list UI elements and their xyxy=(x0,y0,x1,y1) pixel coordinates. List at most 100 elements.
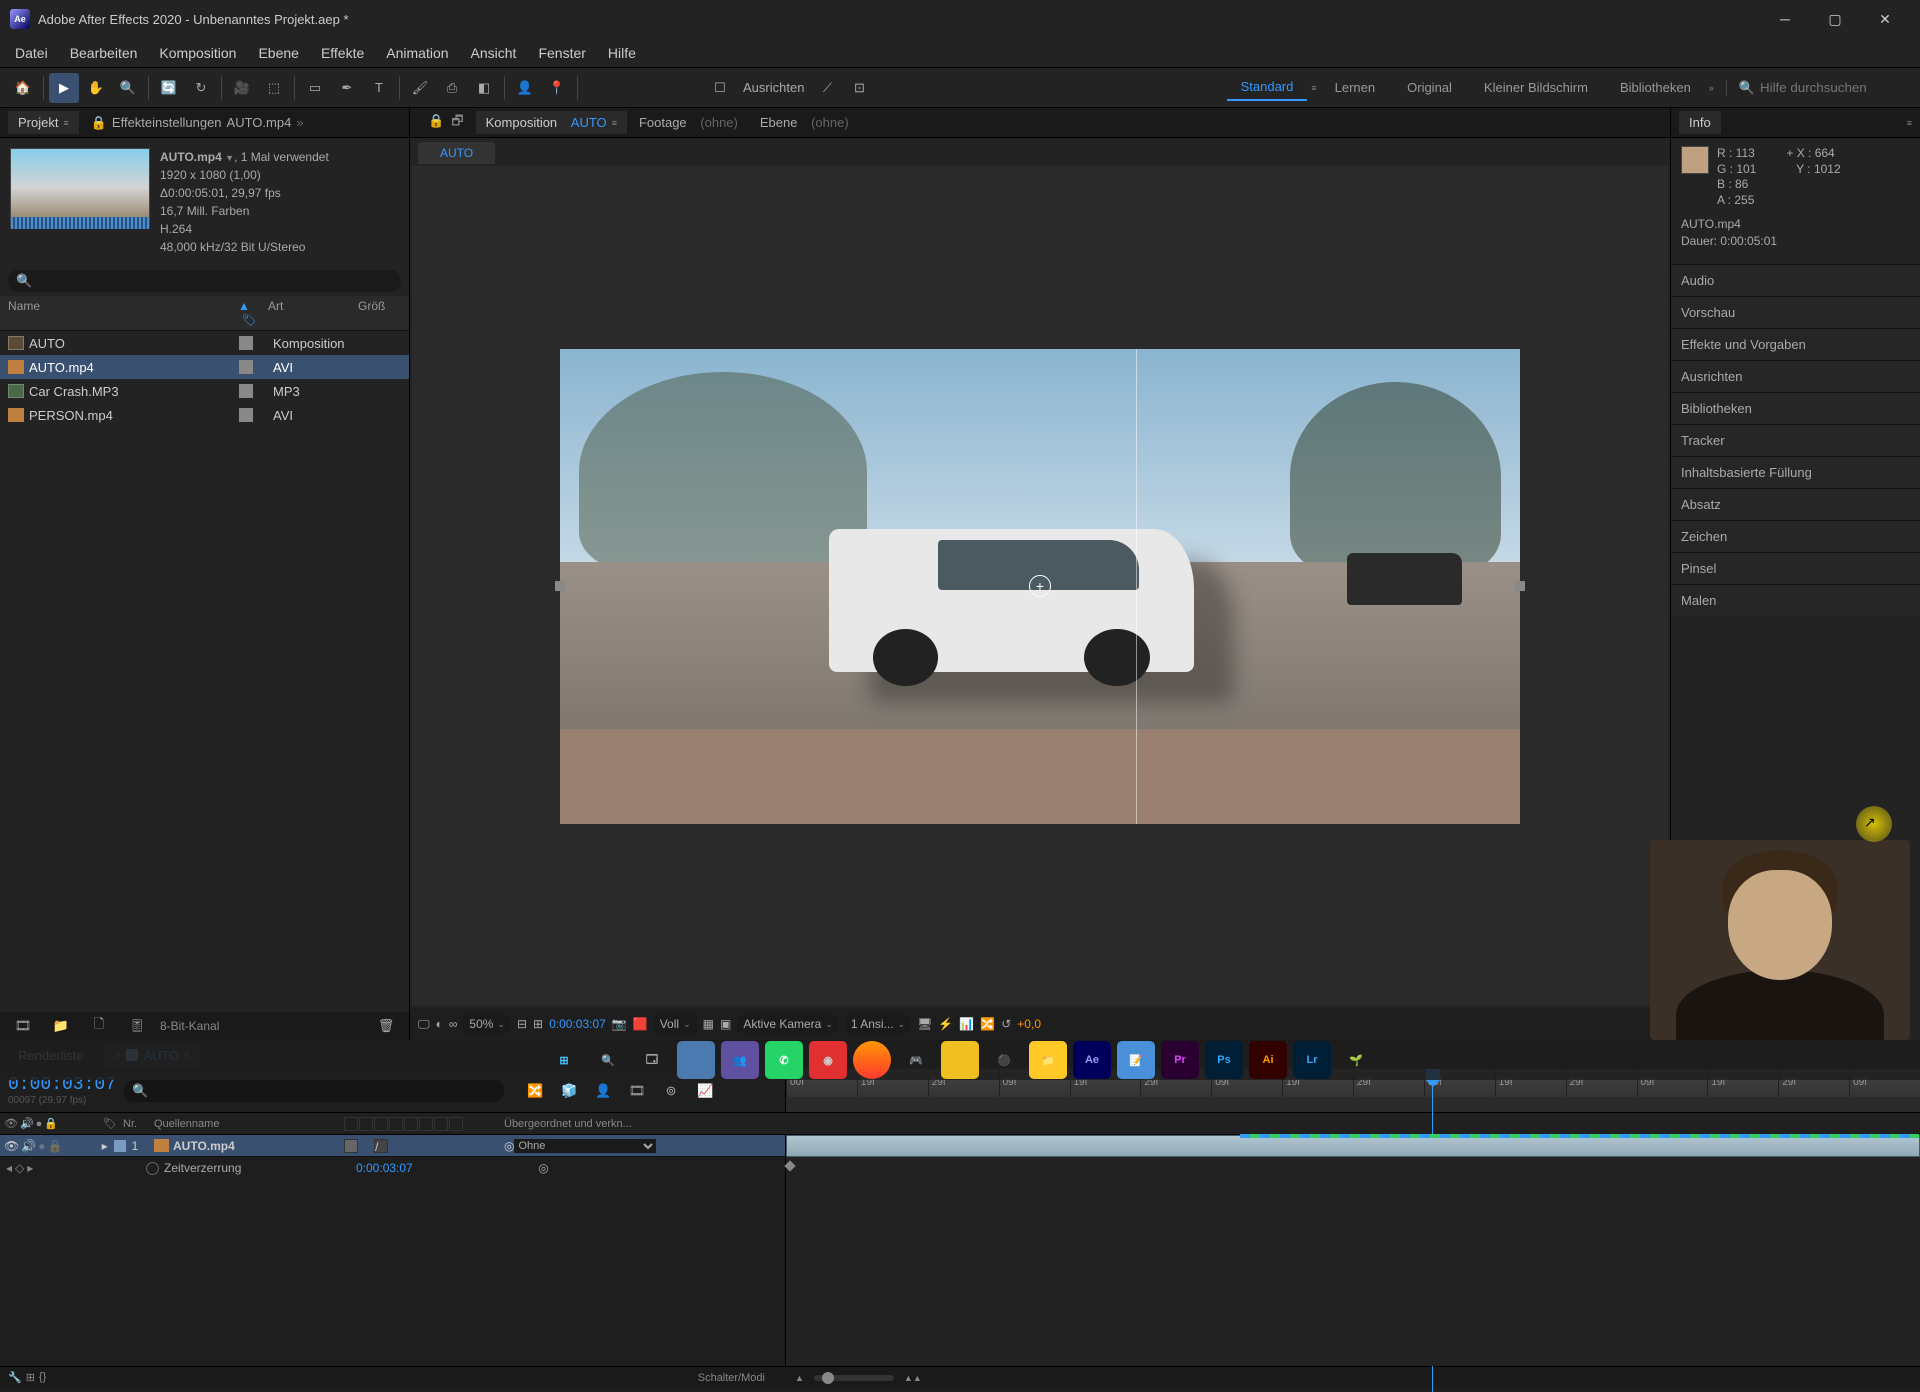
panel-header[interactable]: Zeichen xyxy=(1671,520,1920,552)
layer-handle-left[interactable] xyxy=(555,581,565,591)
menu-ebene[interactable]: Ebene xyxy=(248,41,308,65)
taskbar-photoshop-icon[interactable]: Ps xyxy=(1205,1041,1243,1079)
orbit-tool[interactable]: 🔄 xyxy=(154,73,184,103)
menu-animation[interactable]: Animation xyxy=(376,41,458,65)
taskbar-search-icon[interactable]: 🔍 xyxy=(589,1041,627,1079)
panel-header[interactable]: Bibliotheken xyxy=(1671,392,1920,424)
overflow-icon[interactable]: » xyxy=(296,115,303,130)
toggle-brackets-icon[interactable]: {} xyxy=(39,1371,46,1384)
timeline-icon[interactable]: 📊 xyxy=(959,1017,974,1031)
draft3d-icon[interactable]: 🧊 xyxy=(554,1076,584,1106)
snap-opt1[interactable]: ⟋ xyxy=(812,73,842,103)
type-tool[interactable]: T xyxy=(364,73,394,103)
menu-hilfe[interactable]: Hilfe xyxy=(598,41,646,65)
snap-checkbox[interactable]: ☐ xyxy=(705,73,735,103)
zoom-dropdown[interactable]: 50% ⌄ xyxy=(463,1015,511,1033)
footage-tab[interactable]: Footage (ohne) xyxy=(629,111,748,134)
camera-tool[interactable]: 🎥 xyxy=(227,73,257,103)
taskbar-app-1[interactable] xyxy=(677,1041,715,1079)
effect-controls-tab[interactable]: 🔒 Effekteinstellungen AUTO.mp4 » xyxy=(81,111,314,135)
viewer-timecode[interactable]: 0:00:03:07 xyxy=(549,1017,606,1031)
timeline-search-input[interactable]: 🔍 xyxy=(124,1080,504,1102)
minimize-button[interactable]: ─ xyxy=(1760,0,1810,38)
taskbar-aftereffects-icon[interactable]: Ae xyxy=(1073,1041,1111,1079)
flowchart-icon[interactable]: 🔀 xyxy=(980,1017,995,1031)
panel-header[interactable]: Effekte und Vorgaben xyxy=(1671,328,1920,360)
lock-toggle-icon[interactable]: 🔒 xyxy=(44,1117,58,1130)
menu-effekte[interactable]: Effekte xyxy=(311,41,374,65)
panel-header[interactable]: Pinsel xyxy=(1671,552,1920,584)
pixel-aspect-icon[interactable]: 🖥 xyxy=(917,1017,932,1031)
hand-tool[interactable]: ✋ xyxy=(81,73,111,103)
fast-preview-icon[interactable]: ⚡ xyxy=(938,1017,953,1031)
info-tab[interactable]: Info xyxy=(1679,111,1721,134)
res-down-icon[interactable]: ⊟ xyxy=(517,1017,527,1031)
alpha-icon[interactable]: ◐ xyxy=(436,1017,443,1031)
exposure-value[interactable]: +0,0 xyxy=(1017,1017,1041,1031)
timeline-layer-row[interactable]: 👁🔊●🔒 ▸1 AUTO.mp4 / ◎ Ohne xyxy=(0,1135,785,1157)
zoom-in-icon[interactable]: ▲▲ xyxy=(904,1373,922,1383)
layer-tab[interactable]: Ebene (ohne) xyxy=(750,111,859,134)
frame-blend-icon[interactable]: 🎞 xyxy=(622,1076,652,1106)
keyframe-icon[interactable] xyxy=(784,1160,795,1171)
panel-header[interactable]: Inhaltsbasierte Füllung xyxy=(1671,456,1920,488)
safe-zones-icon[interactable]: ▣ xyxy=(720,1017,731,1031)
shape-tool[interactable]: ▭ xyxy=(300,73,330,103)
parent-dropdown[interactable]: Ohne xyxy=(514,1139,656,1153)
project-tab[interactable]: Projekt ≡ xyxy=(8,111,79,134)
snap-opt2[interactable]: ⊡ xyxy=(844,73,874,103)
workspace-original[interactable]: Original xyxy=(1393,75,1466,100)
adjust-icon[interactable]: 🎚 xyxy=(122,1011,152,1041)
comp-mini-flowchart-icon[interactable]: 🔀 xyxy=(520,1076,550,1106)
rotate-tool[interactable]: ↻ xyxy=(186,73,216,103)
col-size[interactable]: Größ xyxy=(358,299,385,327)
resolution-dropdown[interactable]: Voll ⌄ xyxy=(654,1015,697,1033)
workspace-menu-icon[interactable]: ≡ xyxy=(1311,83,1316,93)
panel-menu-icon[interactable]: ≡ xyxy=(1907,118,1912,128)
reset-exposure-icon[interactable]: ↺ xyxy=(1001,1017,1011,1031)
menu-fenster[interactable]: Fenster xyxy=(528,41,595,65)
start-button[interactable]: ⊞ xyxy=(545,1041,583,1079)
zoom-out-icon[interactable]: ▲ xyxy=(795,1373,804,1383)
channel-icon[interactable]: 🟥 xyxy=(633,1017,648,1031)
zoom-slider[interactable] xyxy=(814,1375,894,1381)
brush-tool[interactable]: 🖌 xyxy=(405,73,435,103)
project-item[interactable]: AUTOKomposition xyxy=(0,331,409,355)
new-comp-icon[interactable]: 🗋 xyxy=(84,1011,114,1041)
delete-icon[interactable]: 🗑 xyxy=(371,1011,401,1041)
panel-header[interactable]: Audio xyxy=(1671,264,1920,296)
comp-lock-icon[interactable]: 🔒 🗗 xyxy=(418,108,474,138)
audio-toggle-icon[interactable]: 🔊 xyxy=(20,1117,34,1130)
workspace-lernen[interactable]: Lernen xyxy=(1321,75,1389,100)
video-toggle-icon[interactable]: 👁 xyxy=(4,1117,18,1130)
always-preview-icon[interactable]: 🖵 xyxy=(418,1017,430,1032)
panel-header[interactable]: Malen xyxy=(1671,584,1920,616)
toggle-switches-icon[interactable]: 🔧 xyxy=(8,1371,22,1384)
toggle-modes-icon[interactable]: ⊞ xyxy=(26,1371,35,1384)
project-item[interactable]: PERSON.mp4AVI xyxy=(0,403,409,427)
menu-bearbeiten[interactable]: Bearbeiten xyxy=(60,41,148,65)
taskbar-whatsapp-icon[interactable]: ✆ xyxy=(765,1041,803,1079)
bit-depth-label[interactable]: 8-Bit-Kanal xyxy=(160,1019,219,1033)
composition-tab[interactable]: Komposition AUTO ≡ xyxy=(476,111,627,134)
layer-clip[interactable] xyxy=(786,1135,1920,1157)
taskbar-explorer-icon[interactable]: 📁 xyxy=(1029,1041,1067,1079)
panel-header[interactable]: Ausrichten xyxy=(1671,360,1920,392)
snapshot-icon[interactable]: 📷 xyxy=(612,1017,627,1031)
mask-icon[interactable]: ∞ xyxy=(449,1017,458,1031)
taskbar-illustrator-icon[interactable]: Ai xyxy=(1249,1041,1287,1079)
camera-dropdown[interactable]: Aktive Kamera ⌄ xyxy=(737,1015,839,1033)
hide-shy-icon[interactable]: 👤 xyxy=(588,1076,618,1106)
taskbar-firefox-icon[interactable] xyxy=(853,1041,891,1079)
timeline-property-row[interactable]: ◂◇▸ Zeitverzerrung 0:00:03:07 ◎ xyxy=(0,1157,785,1179)
taskbar-app-3[interactable]: 🎮 xyxy=(897,1041,935,1079)
pan-behind-tool[interactable]: ⬚ xyxy=(259,73,289,103)
roto-tool[interactable]: 👤 xyxy=(510,73,540,103)
views-dropdown[interactable]: 1 Ansi... ⌄ xyxy=(845,1015,911,1033)
project-item[interactable]: AUTO.mp4AVI xyxy=(0,355,409,379)
panel-header[interactable]: Absatz xyxy=(1671,488,1920,520)
menu-komposition[interactable]: Komposition xyxy=(149,41,246,65)
motion-blur-icon[interactable]: ⊚ xyxy=(656,1076,686,1106)
workspace-standard[interactable]: Standard xyxy=(1227,74,1308,101)
interpret-footage-icon[interactable]: 🎞 xyxy=(8,1011,38,1041)
